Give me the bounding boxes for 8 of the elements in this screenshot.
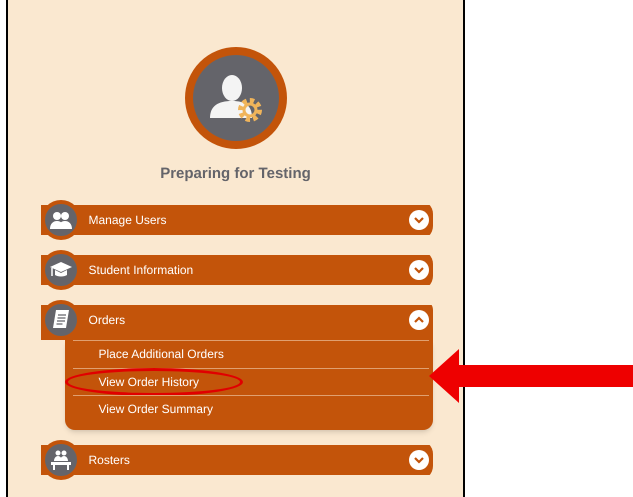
section-header[interactable]: Manage Users (40, 200, 432, 240)
submenu-link[interactable]: View Order Summary (98, 400, 213, 418)
section-header[interactable]: Student Information (40, 250, 432, 290)
submenu-link[interactable]: View Order History (98, 372, 199, 390)
section-header[interactable]: Rosters (40, 440, 432, 480)
page-title: Preparing for Testing (160, 164, 311, 184)
section-header[interactable]: Orders (40, 300, 432, 340)
submenu-link[interactable]: Place Additional Orders (98, 345, 224, 363)
